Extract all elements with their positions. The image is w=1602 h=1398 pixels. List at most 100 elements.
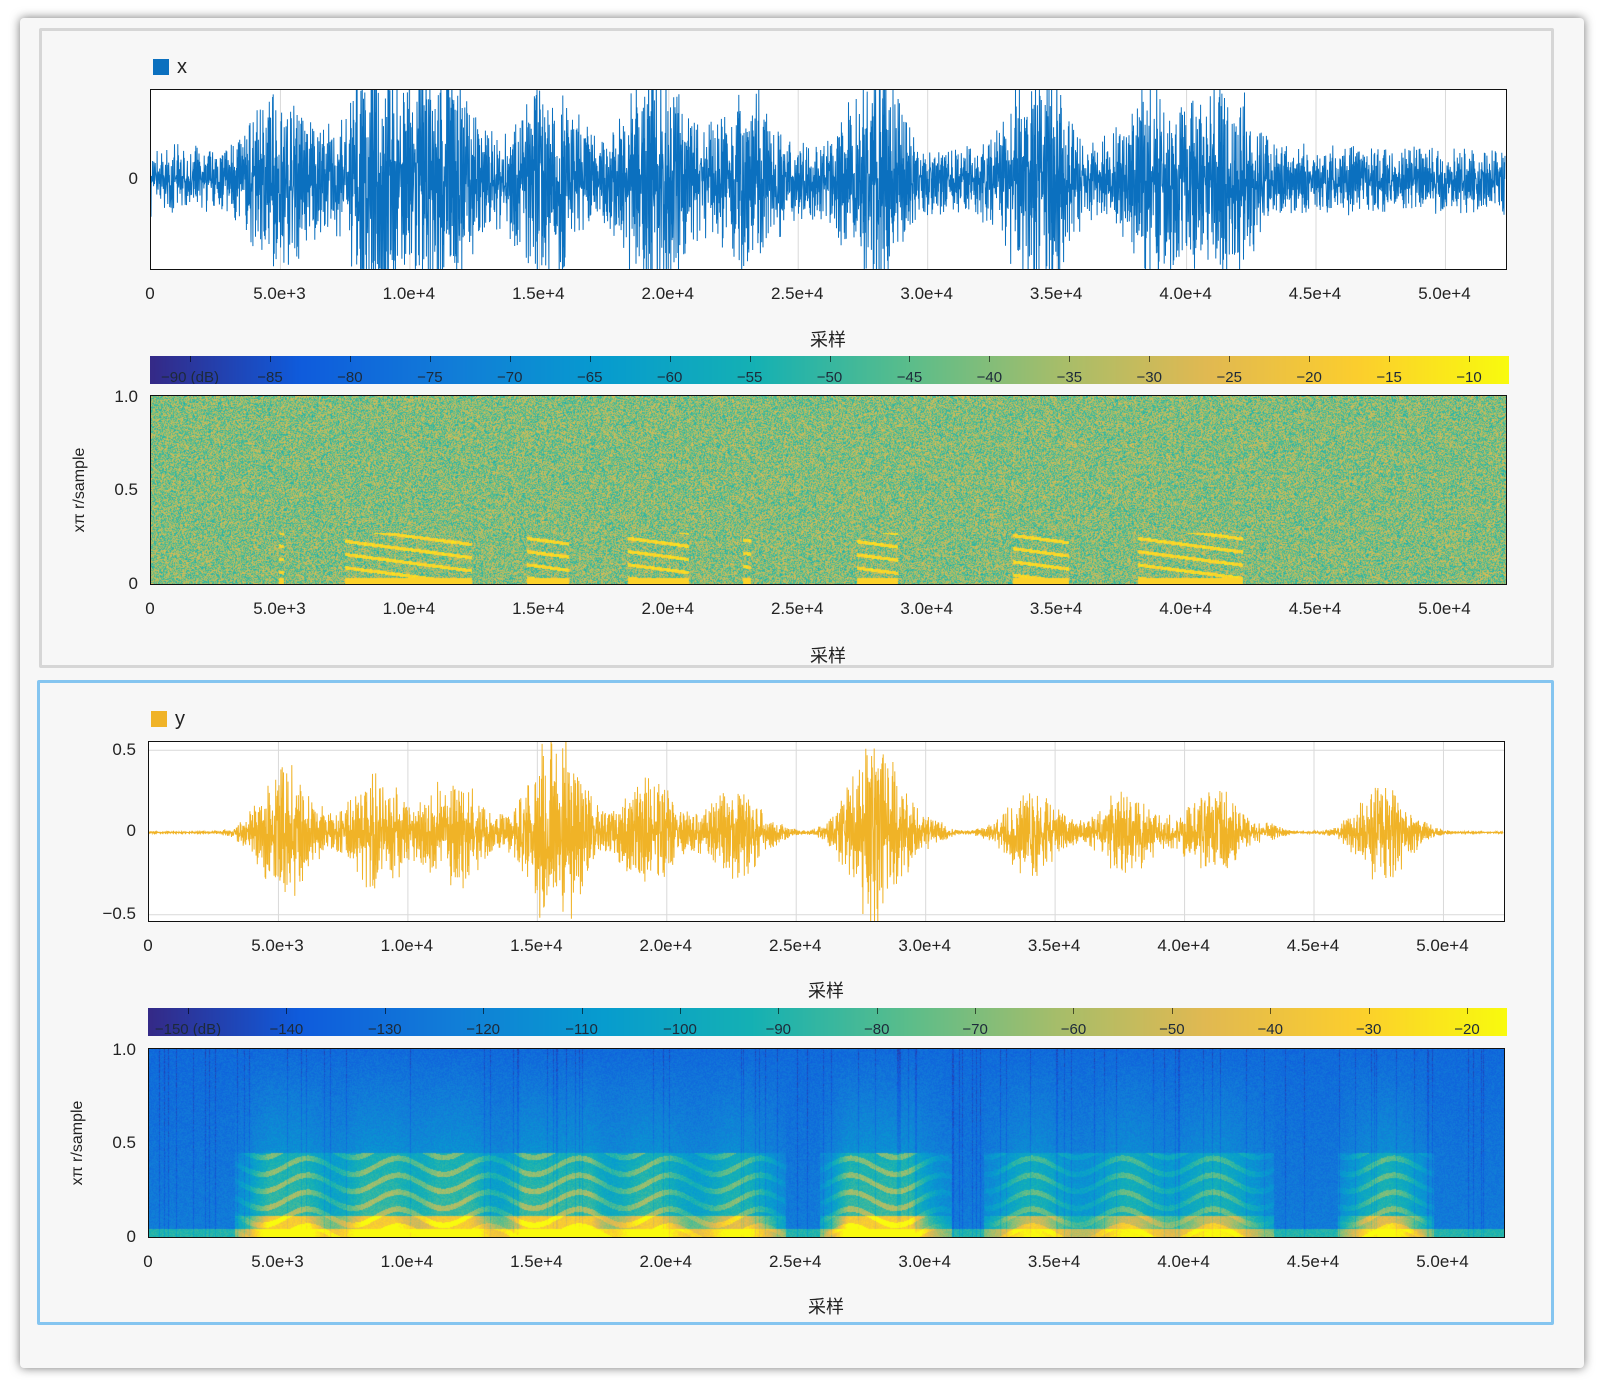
colorbar-tick-mark <box>876 1008 878 1014</box>
waveform-ytick-label: 0 <box>126 821 136 840</box>
legend-y[interactable]: y <box>151 709 185 729</box>
colorbar-tick-label: −10 <box>1456 369 1482 384</box>
colorbar-tick-label: −110 <box>565 1021 598 1036</box>
colorbar-tick-mark <box>429 356 431 362</box>
waveform-xtick-label: 4.0e+4 <box>1159 284 1212 303</box>
spectrogram-image <box>149 1049 1504 1237</box>
colorbar-tick-label: −120 <box>466 1021 501 1036</box>
waveform-y-axes[interactable] <box>148 741 1505 922</box>
spectrogram-xtick-label: 1.5e+4 <box>512 599 565 618</box>
colorbar-tick-mark <box>483 1008 485 1014</box>
figure-window: x 采样 −90 (dB) −85 −80 −75 −70 −65 −60 −55 −50 −45… <box>20 18 1584 1368</box>
waveform-xtick-label: 3.0e+4 <box>898 936 951 955</box>
colorbar-tick-mark <box>1309 356 1311 362</box>
waveform-xtick-label: 5.0e+3 <box>253 284 306 303</box>
spectrogram-xtick-label: 4.5e+4 <box>1286 1252 1340 1271</box>
waveform-xtick-label: 1.5e+4 <box>512 284 565 303</box>
colorbar-tick-label: −15 <box>1376 369 1402 384</box>
waveform-xtick-label: 2.5e+4 <box>768 936 822 955</box>
colorbar-tick-label: −70 <box>497 369 523 384</box>
waveform-xtick-label: 4.0e+4 <box>1157 936 1210 955</box>
waveform-xtick-label: 4.5e+4 <box>1288 284 1342 303</box>
waveform-xtick-label: 2.0e+4 <box>641 284 695 303</box>
colorbar-tick-mark <box>384 1008 386 1014</box>
colorbar-tick-mark <box>581 1008 583 1014</box>
colorbar-tick-mark <box>829 356 831 362</box>
spectrogram-xtick-label: 4.0e+4 <box>1157 1252 1210 1271</box>
spectrogram-xtick-label: 5.0e+3 <box>251 1252 304 1271</box>
spectrogram-ytick-label: 0 <box>126 1227 136 1246</box>
waveform-y-xlabel: 采样 <box>808 981 844 1001</box>
colorbar-tick-label: −20 <box>1454 1021 1480 1036</box>
legend-swatch-x <box>153 59 169 75</box>
waveform-plot <box>151 90 1506 269</box>
colorbar-tick-label: −65 <box>576 369 603 384</box>
waveform-xtick-label: 1.0e+4 <box>382 284 436 303</box>
colorbar-tick-mark <box>286 1008 288 1014</box>
spectrogram-xtick-label: 1.0e+4 <box>380 1252 434 1271</box>
spectrogram-image <box>151 396 1506 584</box>
waveform-xtick-label: 2.0e+4 <box>639 936 693 955</box>
series-y-line <box>149 742 1504 921</box>
colorbar-tick-label: −130 <box>367 1021 402 1036</box>
colorbar-tick-label: −70 <box>962 1021 988 1036</box>
signal-y-panel[interactable]: y 采样 −150 (dB) −140 −130 −120 −110 −100 −90 −80… <box>37 680 1554 1325</box>
colorbar-x: −90 (dB) −85 −80 −75 −70 −65 −60 −55 −50 −45 −40 −3… <box>150 356 1509 384</box>
waveform-ytick-label: −0.5 <box>102 904 136 923</box>
spectrogram-x-axes[interactable] <box>150 395 1507 585</box>
spectrogram-y-ylabel: xπ r/sample <box>69 1100 86 1186</box>
colorbar-tick-label: −140 <box>269 1021 304 1036</box>
spectrogram-xtick-label: 3.5e+4 <box>1027 1252 1081 1271</box>
spectrogram-xtick-label: 4.0e+4 <box>1159 599 1212 618</box>
spectrogram-x-xlabel: 采样 <box>810 646 846 666</box>
colorbar-tick-label: −25 <box>1216 369 1242 384</box>
colorbar-tick-label: −55 <box>736 369 763 384</box>
waveform-x-axes[interactable] <box>150 89 1507 270</box>
colorbar-tick-label: −45 <box>896 369 923 384</box>
spectrogram-xtick-label: 4.5e+4 <box>1288 599 1342 618</box>
waveform-xtick-label: 5.0e+4 <box>1418 284 1471 303</box>
waveform-xtick-label: 4.5e+4 <box>1286 936 1340 955</box>
colorbar-tick-label: −20 <box>1296 369 1322 384</box>
legend-x[interactable]: x <box>153 57 187 77</box>
colorbar-tick-label: −85 <box>257 369 283 384</box>
waveform-xtick-label: 1.5e+4 <box>510 936 563 955</box>
colorbar-tick-label: −60 <box>1060 1021 1087 1036</box>
colorbar-tick-label: −75 <box>417 369 443 384</box>
spectrogram-xtick-label: 0 <box>145 599 155 618</box>
colorbar-tick-mark <box>1368 1008 1370 1014</box>
waveform-xtick-label: 0 <box>143 936 153 955</box>
colorbar-tick-mark <box>1073 1008 1075 1014</box>
colorbar-tick-mark <box>1467 1008 1468 1014</box>
colorbar-tick-label: −90 <box>765 1021 792 1036</box>
colorbar-tick-mark <box>989 356 991 362</box>
colorbar-tick-label: −40 <box>976 369 1003 384</box>
spectrogram-xtick-label: 3.5e+4 <box>1029 599 1083 618</box>
signal-x-panel[interactable]: x 采样 −90 (dB) −85 −80 −75 −70 −65 −60 −55 −50 −45… <box>39 28 1554 668</box>
spectrogram-xtick-label: 3.0e+4 <box>900 599 953 618</box>
colorbar-tick-mark <box>269 356 271 362</box>
spectrogram-ytick-label: 0.5 <box>114 480 138 499</box>
colorbar-tick-mark <box>1389 356 1391 362</box>
colorbar-tick-mark <box>509 356 511 362</box>
colorbar-tick-label: −50 <box>1159 1021 1185 1036</box>
colorbar-tick-label: −150 (dB) <box>154 1021 222 1036</box>
legend-label-y: y <box>175 708 185 730</box>
colorbar-tick-mark <box>1270 1008 1272 1014</box>
colorbar-y: −150 (dB) −140 −130 −120 −110 −100 −90 −80 −70 −6… <box>148 1008 1507 1036</box>
spectrogram-y-axes[interactable] <box>148 1048 1505 1238</box>
colorbar-tick-mark <box>1069 356 1071 362</box>
colorbar-tick-mark <box>909 356 911 362</box>
colorbar-tick-label: −60 <box>656 369 683 384</box>
colorbar-tick-label: −80 <box>863 1021 890 1036</box>
spectrogram-xtick-label: 2.0e+4 <box>639 1252 693 1271</box>
colorbar-tick-mark <box>1229 356 1231 362</box>
waveform-xtick-label: 5.0e+3 <box>251 936 304 955</box>
waveform-xtick-label: 5.0e+4 <box>1416 936 1469 955</box>
spectrogram-ytick-label: 0 <box>128 574 138 593</box>
waveform-plot <box>149 742 1504 921</box>
colorbar-tick-mark <box>589 356 591 362</box>
colorbar-tick-mark <box>1469 356 1470 362</box>
spectrogram-xtick-label: 5.0e+4 <box>1416 1252 1469 1271</box>
colorbar-tick-mark <box>349 356 351 362</box>
